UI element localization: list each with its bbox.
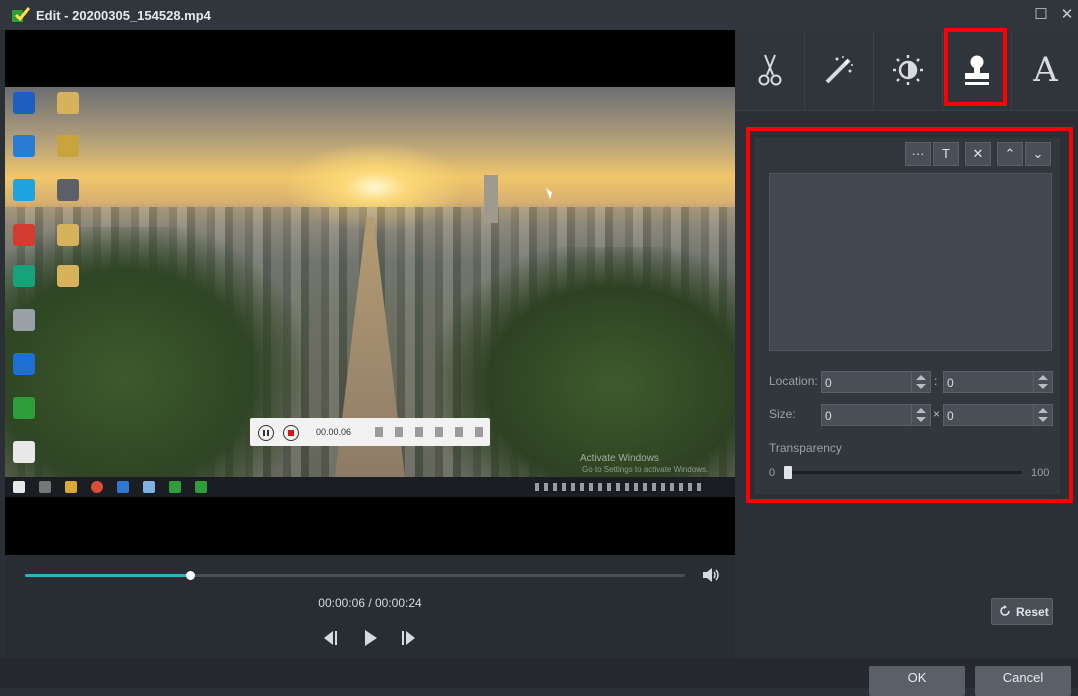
desktop-icon xyxy=(57,92,79,114)
seek-bar-fill xyxy=(25,574,190,577)
effects-tab[interactable] xyxy=(804,30,874,110)
brightness-icon xyxy=(892,55,923,85)
app-icon xyxy=(195,481,207,493)
watermark-panel-highlight xyxy=(746,127,1073,503)
file-explorer-icon xyxy=(65,481,77,493)
edit-tabs: A xyxy=(735,28,1078,111)
title-bar: Edit - 20200305_154528.mp4 ☐ ✕ xyxy=(0,0,1078,30)
magic-wand-icon xyxy=(825,56,853,84)
seek-bar-handle[interactable] xyxy=(186,571,195,580)
recorder-tool-icons xyxy=(375,427,485,437)
recorder-toolbar: 00.00.06 xyxy=(250,418,490,446)
activate-windows-title: Activate Windows xyxy=(580,453,659,464)
preview-panel: 00.00.06 Activate Windows Go to Settings… xyxy=(5,30,735,658)
stop-icon xyxy=(283,425,299,441)
time-display: 00:00:06 / 00:00:24 xyxy=(318,596,422,610)
recorder-time: 00.00.06 xyxy=(316,427,352,437)
search-icon xyxy=(39,481,51,493)
next-frame-icon[interactable] xyxy=(399,629,419,647)
desktop-icon xyxy=(57,265,79,287)
reset-button[interactable]: Reset xyxy=(991,598,1053,625)
previous-frame-icon[interactable] xyxy=(320,629,340,647)
reset-icon xyxy=(1000,605,1010,616)
ok-button[interactable]: OK xyxy=(869,666,965,696)
reset-label: Reset xyxy=(1016,605,1049,619)
pause-icon xyxy=(258,425,274,441)
desktop-icon xyxy=(13,265,35,287)
app-icon xyxy=(117,481,129,493)
desktop-icon xyxy=(13,309,35,331)
letter-a-icon: A xyxy=(1033,50,1058,90)
text-tab[interactable]: A xyxy=(1011,30,1078,110)
desktop-icon xyxy=(13,397,35,419)
close-icon[interactable]: ✕ xyxy=(1058,6,1076,24)
activate-windows-subtitle: Go to Settings to activate Windows. xyxy=(582,465,709,474)
volume-icon[interactable] xyxy=(702,567,720,583)
adjust-tab[interactable] xyxy=(873,30,943,110)
video-preview[interactable]: 00.00.06 Activate Windows Go to Settings… xyxy=(5,30,735,555)
desktop-icon xyxy=(13,353,35,375)
app-logo-icon xyxy=(12,7,30,22)
app-icon xyxy=(169,481,181,493)
dialog-footer: OK Cancel xyxy=(0,658,1078,696)
windows-start-icon xyxy=(13,481,25,493)
play-icon[interactable] xyxy=(361,629,381,647)
active-tab-highlight xyxy=(944,28,1007,106)
maximize-icon[interactable]: ☐ xyxy=(1032,6,1050,24)
desktop-icon xyxy=(57,135,79,157)
desktop-icon xyxy=(57,179,79,201)
trim-tab[interactable] xyxy=(735,30,805,110)
edit-panel: A ··· T ✕ ⌃ ⌄ Location: 0 : 0 Size: 0 × … xyxy=(735,28,1078,658)
desktop-icon xyxy=(13,179,35,201)
desktop-taskbar xyxy=(5,477,735,497)
desktop-icons xyxy=(5,87,87,477)
scissors-icon xyxy=(758,54,781,86)
desktop-icon xyxy=(13,135,35,157)
seek-bar[interactable] xyxy=(25,571,685,580)
desktop-icon xyxy=(13,441,35,463)
cancel-button[interactable]: Cancel xyxy=(975,666,1071,696)
chrome-icon xyxy=(91,481,103,493)
window-title: Edit - 20200305_154528.mp4 xyxy=(36,8,211,23)
desktop-icon xyxy=(13,92,35,114)
app-icon xyxy=(143,481,155,493)
desktop-icon xyxy=(13,224,35,246)
desktop-icon xyxy=(57,224,79,246)
system-tray xyxy=(535,483,705,491)
recorded-desktop-frame: 00.00.06 Activate Windows Go to Settings… xyxy=(5,87,735,497)
